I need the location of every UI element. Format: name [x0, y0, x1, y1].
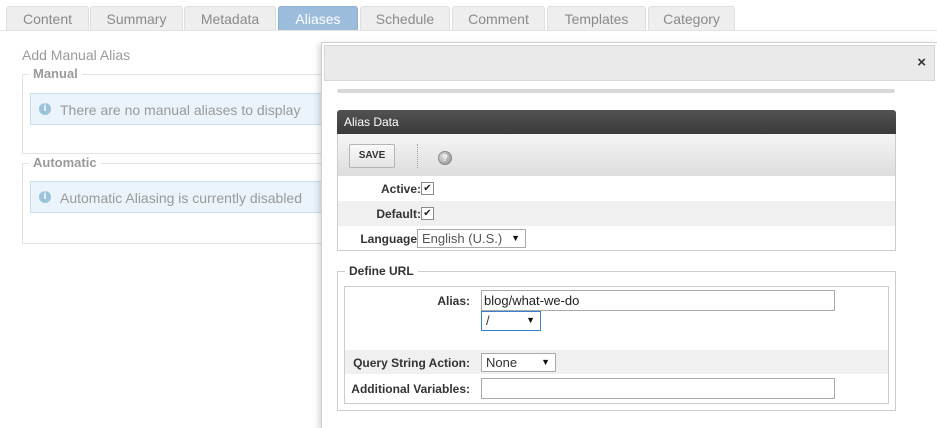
query-string-action-value: None	[486, 355, 518, 370]
language-label: Language:	[360, 232, 421, 246]
manual-legend: Manual	[29, 66, 82, 81]
define-url-legend: Define URL	[345, 264, 418, 278]
add-manual-alias-link[interactable]: Add Manual Alias	[22, 47, 130, 63]
manual-info-text: There are no manual aliases to display	[60, 102, 301, 118]
query-string-action-label: Query String Action:	[353, 356, 470, 370]
language-select[interactable]: English (U.S.) ▼	[417, 229, 526, 248]
alias-data-grid: Active: ✔ Default: ✔ Language: English (…	[337, 176, 896, 251]
active-row: Active: ✔	[338, 176, 895, 201]
close-icon[interactable]: ×	[917, 55, 926, 70]
toolbar: SAVE ?	[337, 134, 896, 176]
active-checkbox[interactable]: ✔	[421, 182, 434, 195]
tab-comment[interactable]: Comment	[452, 6, 545, 30]
chevron-down-icon: ▼	[541, 357, 550, 367]
chevron-down-icon: ▼	[526, 315, 535, 325]
active-label: Active:	[380, 182, 421, 196]
panel-title: Alias Data	[337, 110, 896, 134]
default-row: Default: ✔	[338, 201, 895, 226]
info-icon: i	[39, 103, 51, 115]
language-value: English (U.S.)	[422, 231, 503, 246]
tab-aliases[interactable]: Aliases	[278, 6, 358, 30]
help-icon[interactable]: ?	[438, 151, 452, 165]
query-string-row: Query String Action: None ▼	[345, 350, 888, 374]
default-label: Default:	[376, 207, 421, 221]
tab-templates[interactable]: Templates	[547, 6, 646, 30]
define-url-fieldset: Define URL Alias: blog/what-we-do / ▼ Qu…	[337, 264, 896, 411]
language-row: Language: English (U.S.) ▼	[338, 226, 895, 251]
tab-metadata[interactable]: Metadata	[184, 6, 276, 30]
tab-content[interactable]: Content	[6, 6, 89, 30]
additional-variables-label: Additional Variables:	[351, 382, 470, 396]
save-button[interactable]: SAVE	[349, 144, 395, 168]
tab-divider	[0, 30, 937, 31]
alias-label: Alias:	[437, 294, 470, 308]
additional-variables-input[interactable]	[481, 378, 835, 399]
scrollbar[interactable]	[337, 89, 895, 93]
chevron-down-icon: ▼	[511, 233, 520, 243]
dialog-header[interactable]: ×	[324, 45, 935, 81]
define-url-grid: Alias: blog/what-we-do / ▼ Query String …	[344, 286, 889, 404]
info-icon: i	[39, 191, 51, 203]
automatic-info-text: Automatic Aliasing is currently disabled	[60, 190, 303, 206]
tab-schedule[interactable]: Schedule	[360, 6, 450, 30]
automatic-legend: Automatic	[29, 155, 101, 170]
default-checkbox[interactable]: ✔	[421, 207, 434, 220]
tab-summary[interactable]: Summary	[90, 6, 183, 30]
tab-category[interactable]: Category	[648, 6, 735, 30]
alias-input[interactable]: blog/what-we-do	[481, 290, 835, 311]
query-string-action-select[interactable]: None ▼	[481, 353, 556, 372]
toolbar-divider	[417, 144, 418, 168]
alias-separator-value: /	[486, 313, 490, 328]
alias-separator-select[interactable]: / ▼	[481, 311, 541, 331]
alias-dialog: × Alias Data SAVE ? Active: ✔ Default: ✔…	[321, 42, 937, 428]
